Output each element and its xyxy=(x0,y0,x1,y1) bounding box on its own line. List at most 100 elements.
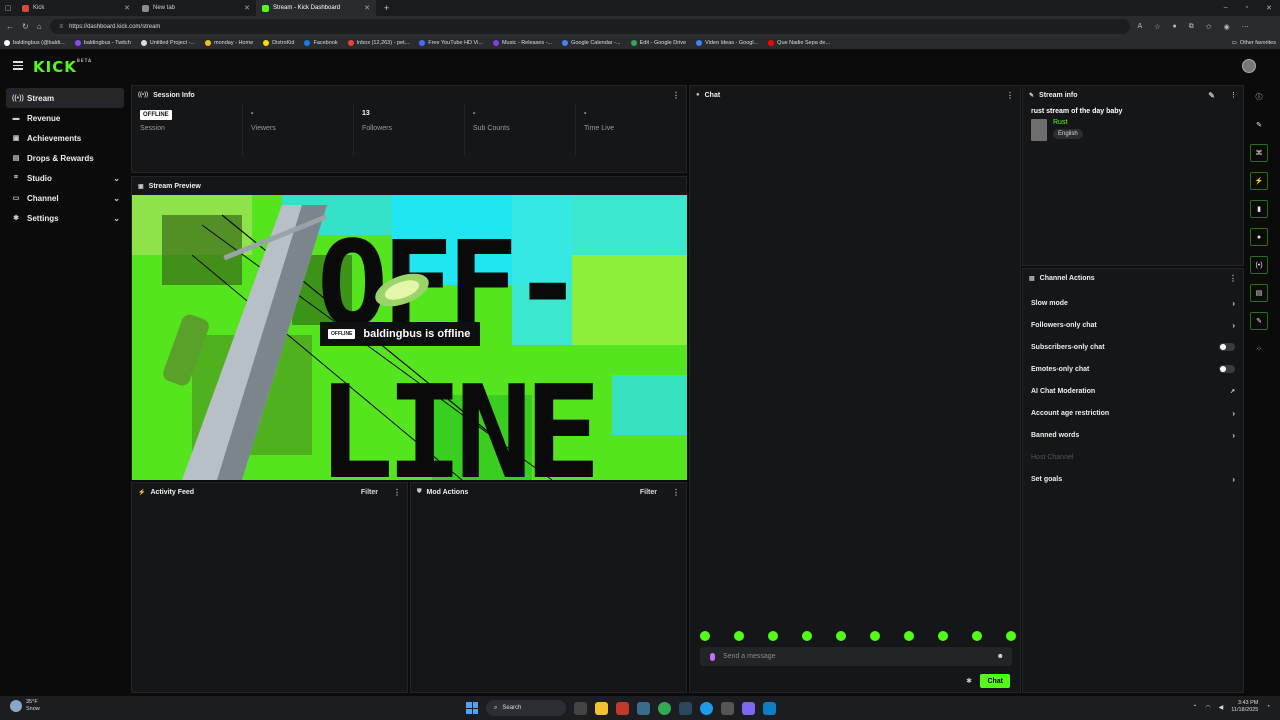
emoji-icon[interactable]: ☻ xyxy=(997,653,1004,660)
extension-icon[interactable]: ● xyxy=(1173,23,1177,31)
app-icon-store[interactable] xyxy=(763,701,776,715)
profile-icon[interactable]: ◉ xyxy=(1224,23,1230,31)
channel-action-set-goals[interactable]: Set goals › xyxy=(1023,468,1243,490)
weather-widget[interactable]: 35°F Snow xyxy=(10,699,40,713)
more-widgets-icon[interactable]: ⁘ xyxy=(1250,340,1268,358)
task-view-icon[interactable] xyxy=(574,701,587,715)
app-icon-red[interactable] xyxy=(616,701,629,715)
browser-tab-dashboard[interactable]: Stream - Kick Dashboard ✕ xyxy=(256,0,376,16)
activity-widget-icon[interactable]: ⚡ xyxy=(1250,172,1268,190)
read-aloud-icon[interactable]: A xyxy=(1138,23,1143,31)
chevron-down-icon[interactable]: ⌄ xyxy=(113,214,120,223)
discord-icon[interactable] xyxy=(742,701,755,715)
more-options-icon[interactable]: ⋮ xyxy=(672,488,680,497)
bookmark-item[interactable]: Inbox (12,263) - pet... xyxy=(347,40,409,46)
notification-bell-icon[interactable]: ◔ xyxy=(1266,704,1270,710)
channel-action-followers-only-chat[interactable]: Followers-only chat › xyxy=(1023,314,1243,336)
kick-logo[interactable]: KICKBETA xyxy=(33,58,92,76)
more-options-icon[interactable]: ⋮ xyxy=(1230,91,1237,99)
back-icon[interactable]: ← xyxy=(6,22,14,31)
site-info-icon[interactable]: ≡ xyxy=(60,24,64,30)
bookmark-item[interactable]: baldingbus (@baldi... xyxy=(4,40,65,46)
emote-icon[interactable] xyxy=(802,631,812,641)
app-icon-blue[interactable] xyxy=(637,701,650,715)
emote-icon[interactable] xyxy=(972,631,982,641)
toggle-switch[interactable] xyxy=(1219,343,1235,351)
more-options-icon[interactable]: ⋮ xyxy=(672,91,680,100)
more-options-icon[interactable]: ⋮ xyxy=(1229,274,1237,283)
maximize-icon[interactable]: ▫ xyxy=(1246,4,1248,12)
extensions-icon[interactable]: ⧉ xyxy=(1189,23,1194,31)
more-options-icon[interactable]: ⋮ xyxy=(1006,91,1014,100)
bookmark-item[interactable]: Google Calendar -... xyxy=(562,40,621,46)
emote-icon[interactable] xyxy=(836,631,846,641)
taskbar-search[interactable]: ⌕ Search xyxy=(486,700,566,716)
bookmark-item[interactable]: baldingbus - Twitch xyxy=(74,40,131,46)
bookmark-item[interactable]: Music - Releases -... xyxy=(492,40,552,46)
session-widget-icon[interactable]: ⌘ xyxy=(1250,144,1268,162)
chat-settings-icon[interactable]: ✱ xyxy=(966,677,972,685)
channel-action-slow-mode[interactable]: Slow mode › xyxy=(1023,292,1243,314)
bookmark-item[interactable]: DistroKid xyxy=(263,40,294,46)
sidebar-item-drops-rewards[interactable]: ▤ Drops & Rewards xyxy=(6,148,124,168)
windows-start-icon[interactable] xyxy=(466,702,478,714)
emote-icon[interactable] xyxy=(938,631,948,641)
emote-icon[interactable] xyxy=(768,631,778,641)
favorite-star-icon[interactable]: ☆ xyxy=(1154,23,1160,31)
sidebar-item-revenue[interactable]: ▬ Revenue xyxy=(6,108,124,128)
filter-button[interactable]: Filter xyxy=(361,489,378,496)
steam-icon[interactable] xyxy=(679,701,692,715)
chat-message-input[interactable]: Send a message ☻ xyxy=(700,647,1012,666)
emote-icon[interactable] xyxy=(1006,631,1016,641)
chat-widget-icon[interactable]: ● xyxy=(1250,228,1268,246)
edit-icon[interactable]: ✎ xyxy=(1250,116,1268,134)
new-tab-button[interactable]: + xyxy=(376,3,389,13)
emote-icon[interactable] xyxy=(734,631,744,641)
favorites-icon[interactable]: ✩ xyxy=(1206,23,1212,31)
sidebar-item-achievements[interactable]: ▣ Achievements xyxy=(6,128,124,148)
tray-chevron-icon[interactable]: ⌃ xyxy=(1192,704,1197,711)
edge-icon[interactable] xyxy=(700,701,713,715)
toggle-switch[interactable] xyxy=(1219,365,1235,373)
bookmark-item[interactable]: Que Nadie Sepa de... xyxy=(768,40,830,46)
tab-actions-icon[interactable]: ▢ xyxy=(0,0,16,16)
close-tab-icon[interactable]: ✕ xyxy=(364,4,370,12)
info-icon[interactable]: ⓘ xyxy=(1250,88,1268,106)
wifi-icon[interactable]: ◠ xyxy=(1205,704,1210,711)
tools-widget-icon[interactable]: ✎ xyxy=(1250,312,1268,330)
sidebar-item-settings[interactable]: ✱ Settings ⌄ xyxy=(6,208,124,228)
user-avatar[interactable] xyxy=(1242,59,1256,73)
close-tab-icon[interactable]: ✕ xyxy=(244,4,250,12)
channel-action-subscribers-only-chat[interactable]: Subscribers-only chat xyxy=(1023,336,1243,358)
emote-icon[interactable] xyxy=(700,631,710,641)
channel-actions-widget-icon[interactable]: ▤ xyxy=(1250,284,1268,302)
chevron-down-icon[interactable]: ⌄ xyxy=(113,194,120,203)
bookmark-item[interactable]: Edit - Google Drive xyxy=(630,40,686,46)
stream-info-widget-icon[interactable]: ▮ xyxy=(1250,200,1268,218)
minimize-icon[interactable]: – xyxy=(1224,4,1228,12)
emote-icon[interactable] xyxy=(904,631,914,641)
channel-action-banned-words[interactable]: Banned words › xyxy=(1023,424,1243,446)
channel-action-account-age-restriction[interactable]: Account age restriction › xyxy=(1023,402,1243,424)
refresh-icon[interactable]: ↻ xyxy=(22,22,29,31)
browser-tab-new[interactable]: New tab ✕ xyxy=(136,0,256,16)
browser-tab-kick[interactable]: Kick ✕ xyxy=(16,0,136,16)
other-favorites[interactable]: ▭ Other favorites xyxy=(1232,40,1276,46)
volume-icon[interactable]: ◀ xyxy=(1219,704,1224,711)
sidebar-item-channel[interactable]: ▭ Channel ⌄ xyxy=(6,188,124,208)
close-tab-icon[interactable]: ✕ xyxy=(124,4,130,12)
file-explorer-icon[interactable] xyxy=(595,701,608,715)
close-window-icon[interactable]: ✕ xyxy=(1266,4,1272,12)
url-field[interactable]: ≡ https://dashboard.kick.com/stream xyxy=(49,19,1130,34)
taskbar-clock[interactable]: 3:43 PM 11/18/2025 xyxy=(1231,700,1258,714)
bookmark-item[interactable]: Untitled Project -... xyxy=(140,40,195,46)
chevron-down-icon[interactable]: ⌄ xyxy=(113,174,120,183)
chrome-icon[interactable] xyxy=(658,701,671,715)
bookmark-item[interactable]: monday - Home xyxy=(205,40,253,46)
sidebar-item-stream[interactable]: ((•)) Stream xyxy=(6,88,124,108)
emote-icon[interactable] xyxy=(870,631,880,641)
bookmark-item[interactable]: Free YouTube HD Vi... xyxy=(419,40,483,46)
category-name[interactable]: Rust xyxy=(1053,119,1083,126)
hamburger-menu-icon[interactable] xyxy=(13,61,23,70)
app-icon-gray[interactable] xyxy=(721,701,734,715)
